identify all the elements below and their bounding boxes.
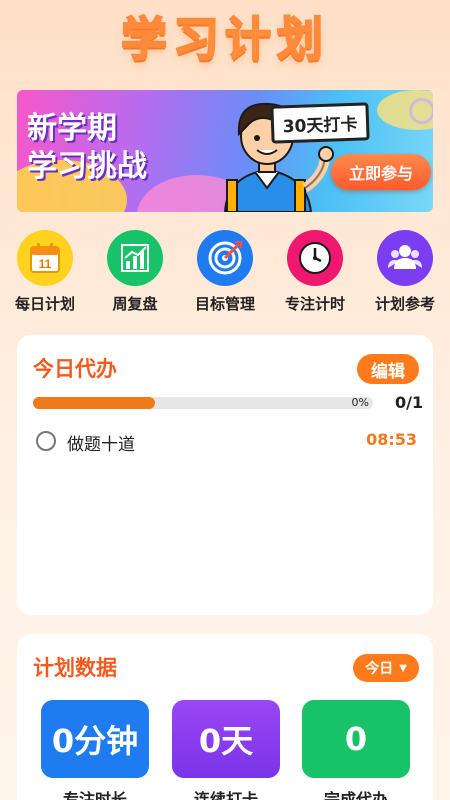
range-dropdown-value: 今日 <box>365 661 394 677</box>
quick-label: 目标管理 <box>194 295 255 313</box>
people-icon <box>377 230 433 286</box>
banner-title-line1: 新学期 <box>27 111 117 146</box>
quick-item-plan-reference[interactable]: 计划参考 <box>360 230 450 314</box>
chart-icon <box>107 230 163 286</box>
quick-item-daily-plan[interactable]: 11 每日计划 <box>0 230 90 314</box>
todo-progress-bar: 0% <box>33 396 373 409</box>
todo-progress-count: 0/1 <box>395 393 424 412</box>
todo-title: 今日代办 <box>33 357 117 381</box>
stat-tile-completed-todos[interactable]: 0 <box>302 700 410 778</box>
range-dropdown[interactable]: 今日 ▼ <box>353 654 419 682</box>
banner-title: 新学期 学习挑战 <box>27 110 147 186</box>
stat-tile-focus-duration[interactable]: 0分钟 <box>41 700 149 778</box>
task-name: 做题十道 <box>67 435 135 455</box>
edit-button[interactable]: 编辑 <box>357 354 419 384</box>
app-title: 学习计划 <box>120 11 329 67</box>
todo-progress-percent: 0% <box>351 396 369 409</box>
stats-card: 计划数据 今日 ▼ 0分钟 专注时长 0天 连续打卡 0 完成代办 <box>17 634 433 800</box>
task-row[interactable]: 做题十道 08:53 <box>35 427 417 455</box>
task-checkbox[interactable] <box>36 431 56 451</box>
stat-label: 专注时长 <box>62 790 127 800</box>
quick-menu: 11 每日计划 周复盘 目标管理 专注计时 计划参考 <box>0 230 450 320</box>
quick-label: 计划参考 <box>374 295 435 313</box>
todo-progress-fill <box>33 397 156 409</box>
todo-card: 今日代办 编辑 0% 0/1 做题十道 08:53 <box>17 335 433 615</box>
banner-decoration <box>409 98 433 124</box>
calendar-icon: 11 <box>17 230 73 286</box>
task-time: 08:53 <box>366 430 417 449</box>
banner[interactable]: 新学期 学习挑战 30天打卡 立即参与 <box>17 90 433 212</box>
quick-label: 专注计时 <box>284 295 345 313</box>
target-icon <box>197 230 253 286</box>
chevron-down-icon: ▼ <box>399 662 407 674</box>
quick-item-goal-management[interactable]: 目标管理 <box>180 230 270 314</box>
quick-item-weekly-review[interactable]: 周复盘 <box>90 230 180 314</box>
calendar-day: 11 <box>39 257 52 271</box>
banner-sign: 30天打卡 <box>270 102 370 144</box>
clock-icon <box>287 230 343 286</box>
stat-label: 完成代办 <box>323 790 388 800</box>
quick-item-focus-timer[interactable]: 专注计时 <box>270 230 360 314</box>
stat-label: 连续打卡 <box>193 790 258 800</box>
stat-tile-streak[interactable]: 0天 <box>172 700 280 778</box>
quick-label: 周复盘 <box>112 295 158 313</box>
quick-label: 每日计划 <box>14 295 75 313</box>
join-button[interactable]: 立即参与 <box>331 154 431 190</box>
stats-title: 计划数据 <box>33 656 117 680</box>
banner-title-line2: 学习挑战 <box>27 149 147 184</box>
